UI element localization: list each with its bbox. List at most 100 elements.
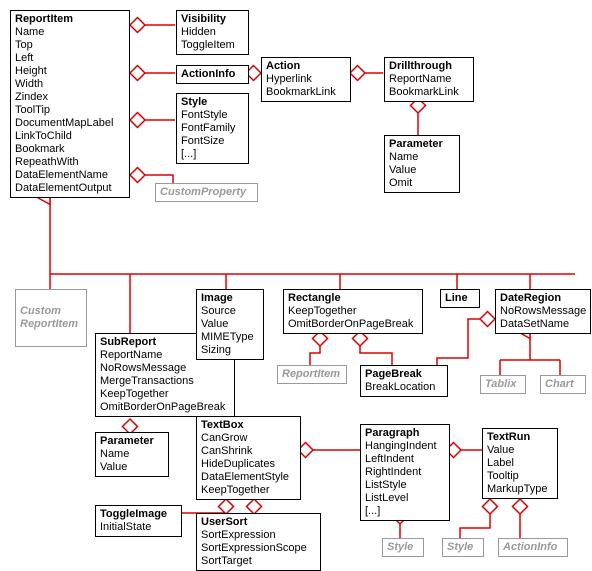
field: HideDuplicates (201, 458, 296, 471)
field: KeepTogether (100, 388, 230, 401)
class-title: Paragraph (365, 427, 445, 440)
field: Name (100, 448, 164, 461)
field: MarkupType (487, 483, 553, 496)
class-title: Visibility (181, 13, 244, 26)
class-toggleimage: ToggleImage InitialState (95, 505, 182, 537)
class-title: Style (447, 541, 479, 554)
field: FontFamily (181, 122, 244, 135)
class-title: UserSort (201, 516, 316, 529)
field: Name (389, 151, 455, 164)
field: CanGrow (201, 432, 296, 445)
class-customproperty: CustomProperty (155, 183, 258, 202)
field: DataElementOutput (15, 182, 125, 195)
field: SortTarget (201, 555, 316, 568)
class-title: Parameter (389, 138, 455, 151)
field: RightIndent (365, 466, 445, 479)
field: SortExpression (201, 529, 316, 542)
field: Source (201, 305, 259, 318)
class-title: DateRegion (500, 292, 586, 305)
class-title: Line (445, 292, 475, 305)
field: KeepTogether (201, 484, 296, 497)
field: Top (15, 39, 125, 52)
field: ToolTip (15, 104, 125, 117)
field: MIMEType (201, 331, 259, 344)
class-paragraph: Paragraph HangingIndent LeftIndent Right… (360, 424, 450, 521)
class-title: ActionInfo (181, 68, 244, 81)
field: OmitBorderOnPageBreak (100, 401, 230, 414)
field: BreakLocation (365, 381, 443, 394)
field: LinkToChild (15, 130, 125, 143)
class-title: Style (387, 541, 419, 554)
class-textrun: TextRun Value Label Tooltip MarkupType (482, 428, 558, 499)
class-title: Image (201, 292, 259, 305)
class-title: TextRun (487, 431, 553, 444)
field: Value (201, 318, 259, 331)
class-title: ReportItem (15, 13, 125, 26)
field: [...] (181, 148, 244, 161)
field: Name (15, 26, 125, 39)
field: FontStyle (181, 109, 244, 122)
field: ReportName (389, 73, 469, 86)
class-title: CustomProperty (160, 186, 253, 199)
class-title: TextBox (201, 419, 296, 432)
field: BookmarkLink (389, 86, 469, 99)
class-rectangle: Rectangle KeepTogether OmitBorderOnPageB… (283, 289, 423, 334)
class-visibility: Visibility Hidden ToggleItem (176, 10, 249, 55)
field: Value (100, 461, 164, 474)
class-tablix: Tablix (480, 375, 526, 394)
field: DataElementStyle (201, 471, 296, 484)
field: [...] (365, 505, 445, 518)
class-title: Tablix (485, 378, 521, 391)
field: ToggleItem (181, 39, 244, 52)
class-actioninfo: ActionInfo (176, 65, 249, 84)
field: InitialState (100, 521, 177, 534)
field: Bookmark (15, 143, 125, 156)
class-title: Action (266, 60, 346, 73)
class-image: Image Source Value MIMEType Sizing (196, 289, 264, 360)
field: Height (15, 65, 125, 78)
class-parameter-sub: Parameter Name Value (95, 432, 169, 477)
field: ListStyle (365, 479, 445, 492)
class-actioninfo-ref: ActionInfo (498, 538, 568, 557)
class-style-ref2: Style (442, 538, 484, 557)
field: FontSize (181, 135, 244, 148)
class-title: Custom ReportItem (20, 305, 82, 331)
field: Value (487, 444, 553, 457)
class-usersort: UserSort SortExpression SortExpressionSc… (196, 513, 321, 571)
field: Hyperlink (266, 73, 346, 86)
class-title: PageBreak (365, 368, 443, 381)
field: MergeTransactions (100, 375, 230, 388)
class-reportitem-ref: ReportItem (277, 365, 347, 384)
class-pagebreak: PageBreak BreakLocation (360, 365, 448, 397)
field: Label (487, 457, 553, 470)
class-style: Style FontStyle FontFamily FontSize [...… (176, 93, 249, 164)
field: NoRowsMessage (500, 305, 586, 318)
field: Sizing (201, 344, 259, 357)
class-title: ToggleImage (100, 508, 177, 521)
class-title: Parameter (100, 435, 164, 448)
class-title: Chart (545, 378, 581, 391)
class-reportitem: ReportItem Name Top Left Height Width Zi… (10, 10, 130, 198)
field: ListLevel (365, 492, 445, 505)
field: DataElementName (15, 169, 125, 182)
field: Value (389, 164, 455, 177)
field: NoRowsMessage (100, 362, 230, 375)
class-textbox: TextBox CanGrow CanShrink HideDuplicates… (196, 416, 301, 500)
field: HangingIndent (365, 440, 445, 453)
class-title: ReportItem (282, 368, 342, 381)
class-dateregion: DateRegion NoRowsMessage DataSetName (495, 289, 591, 334)
field: CanShrink (201, 445, 296, 458)
class-parameter-top: Parameter Name Value Omit (384, 135, 460, 193)
field: Tooltip (487, 470, 553, 483)
field: RepeathWith (15, 156, 125, 169)
field: SortExpressionScope (201, 542, 316, 555)
class-title: Style (181, 96, 244, 109)
class-style-ref1: Style (382, 538, 424, 557)
field: LeftIndent (365, 453, 445, 466)
field: DocumentMapLabel (15, 117, 125, 130)
class-title: Drillthrough (389, 60, 469, 73)
class-title: Rectangle (288, 292, 418, 305)
class-custom-reportitem: Custom ReportItem (15, 289, 87, 347)
field: Hidden (181, 26, 244, 39)
field: Omit (389, 177, 455, 190)
